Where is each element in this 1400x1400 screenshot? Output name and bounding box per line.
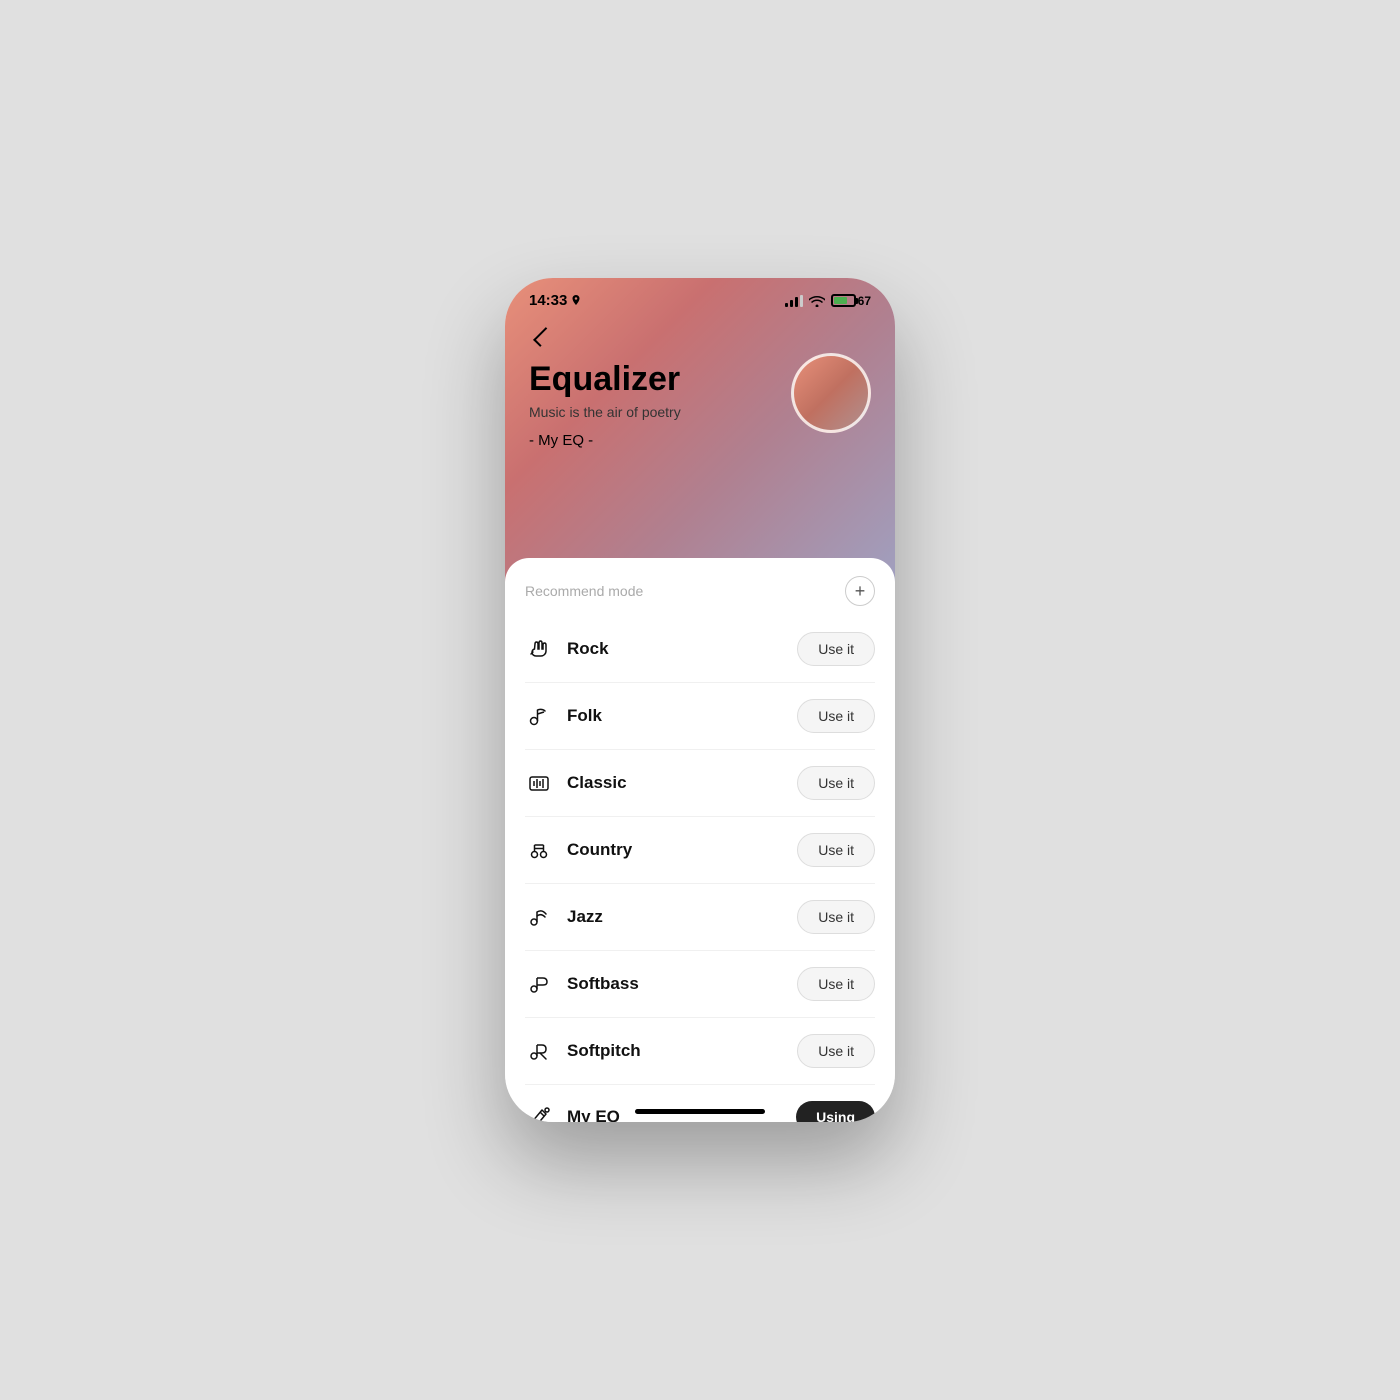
softpitch-icon	[525, 1037, 553, 1065]
classic-icon	[525, 769, 553, 797]
rock-use-button[interactable]: Use it	[797, 632, 875, 666]
folk-use-button[interactable]: Use it	[797, 699, 875, 733]
eq-item-rock: Rock Use it	[525, 616, 875, 683]
eq-item-folk: Folk Use it	[525, 683, 875, 750]
eq-item-softbass: Softbass Use it	[525, 951, 875, 1018]
myeq-icon	[525, 1103, 553, 1122]
add-icon: +	[855, 582, 866, 600]
eq-item-classic: Classic Use it	[525, 750, 875, 817]
jazz-label: Jazz	[567, 907, 603, 927]
myeq-label: My EQ	[567, 1107, 620, 1122]
eq-item-country: Country Use it	[525, 817, 875, 884]
myeq-using-button[interactable]: Using	[796, 1101, 875, 1122]
status-bar: 14:33 67	[505, 278, 895, 317]
nav-bar	[505, 317, 895, 353]
softpitch-label: Softpitch	[567, 1041, 641, 1061]
phone-frame: 14:33 67	[505, 278, 895, 1122]
softpitch-use-button[interactable]: Use it	[797, 1034, 875, 1068]
status-time: 14:33	[529, 292, 581, 309]
classic-use-button[interactable]: Use it	[797, 766, 875, 800]
home-indicator	[635, 1109, 765, 1114]
jazz-icon	[525, 903, 553, 931]
back-chevron-icon	[533, 327, 553, 347]
rock-label: Rock	[567, 639, 609, 659]
wifi-icon	[809, 295, 825, 307]
add-mode-button[interactable]: +	[845, 576, 875, 606]
folk-icon	[525, 702, 553, 730]
my-eq-label: - My EQ -	[529, 432, 871, 449]
content-card: Recommend mode + Rock Use it	[505, 558, 895, 1122]
eq-item-myeq: My EQ Using	[525, 1085, 875, 1122]
recommend-header: Recommend mode +	[505, 558, 895, 616]
battery-level: 67	[858, 294, 871, 308]
avatar	[791, 353, 871, 433]
country-icon	[525, 836, 553, 864]
eq-list: Rock Use it Folk	[505, 616, 895, 1122]
location-icon	[571, 295, 581, 307]
softbass-label: Softbass	[567, 974, 639, 994]
header-content: Equalizer Music is the air of poetry - M…	[505, 353, 895, 469]
country-use-button[interactable]: Use it	[797, 833, 875, 867]
country-label: Country	[567, 840, 632, 860]
softbass-icon	[525, 970, 553, 998]
recommend-label: Recommend mode	[525, 583, 643, 599]
back-button[interactable]	[525, 321, 557, 353]
rock-icon	[525, 635, 553, 663]
eq-item-jazz: Jazz Use it	[525, 884, 875, 951]
eq-item-softpitch: Softpitch Use it	[525, 1018, 875, 1085]
signal-icon	[785, 295, 803, 307]
folk-label: Folk	[567, 706, 602, 726]
jazz-use-button[interactable]: Use it	[797, 900, 875, 934]
classic-label: Classic	[567, 773, 627, 793]
battery-icon: 67	[831, 294, 871, 308]
status-icons: 67	[785, 294, 871, 308]
softbass-use-button[interactable]: Use it	[797, 967, 875, 1001]
time-display: 14:33	[529, 292, 567, 309]
